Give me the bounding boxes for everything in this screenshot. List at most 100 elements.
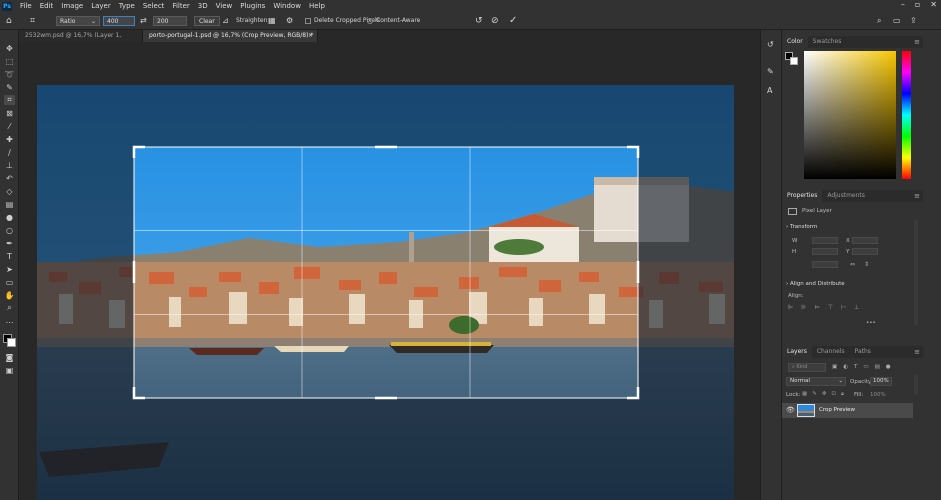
- properties-scrollbar[interactable]: [914, 220, 918, 325]
- gear-icon[interactable]: ⚙: [286, 15, 293, 26]
- lock-image-icon[interactable]: ✎: [812, 391, 817, 398]
- lock-position-icon[interactable]: ✥: [822, 391, 827, 398]
- reset-icon[interactable]: ↺: [475, 15, 483, 26]
- menu-help[interactable]: Help: [305, 2, 329, 10]
- cancel-icon[interactable]: ⊘: [491, 15, 499, 26]
- eyedropper-tool-icon[interactable]: ⁄: [4, 121, 15, 131]
- content-aware-checkbox[interactable]: [367, 17, 373, 24]
- marquee-tool-icon[interactable]: ⬚: [4, 56, 15, 66]
- lock-transparent-icon[interactable]: ▦: [802, 391, 807, 398]
- maximize-icon[interactable]: ▫: [915, 0, 920, 9]
- blur-tool-icon[interactable]: ●: [4, 212, 15, 222]
- tab-document-2[interactable]: porto-portugal-1.psd @ 16,7% (Crop Previ…: [143, 30, 318, 42]
- layer-row[interactable]: 👁︎ Crop Preview: [782, 403, 913, 418]
- filter-smart-icon[interactable]: ▤: [875, 364, 880, 370]
- menu-view[interactable]: View: [212, 2, 237, 10]
- visibility-eye-icon[interactable]: 👁︎: [786, 406, 795, 414]
- align-middle-v-icon[interactable]: ⊢: [841, 304, 846, 311]
- background-color-swatch[interactable]: [790, 57, 798, 65]
- panel-menu-icon[interactable]: ≡: [914, 38, 920, 46]
- align-bottom-icon[interactable]: ⊥: [854, 304, 859, 311]
- zoom-tool-icon[interactable]: ⌕: [4, 303, 15, 313]
- path-select-tool-icon[interactable]: ➤: [4, 264, 15, 274]
- swap-icon[interactable]: ⇄: [140, 15, 147, 26]
- menu-filter[interactable]: Filter: [168, 2, 193, 10]
- filter-toggle-icon[interactable]: ●: [886, 364, 891, 370]
- brush-tool-icon[interactable]: ∕: [4, 147, 15, 157]
- hue-slider[interactable]: [902, 51, 911, 179]
- workspace-icon[interactable]: ▭: [893, 15, 901, 26]
- healing-brush-tool-icon[interactable]: ✚: [4, 134, 15, 144]
- screen-mode-icon[interactable]: ▣: [4, 365, 15, 375]
- quick-select-tool-icon[interactable]: ✎: [4, 82, 15, 92]
- delete-cropped-checkbox[interactable]: [305, 17, 311, 24]
- layer-filter-select[interactable]: ⌕ Kind: [788, 363, 826, 372]
- straighten-icon[interactable]: ⊿: [222, 15, 229, 26]
- tab-paths[interactable]: Paths: [850, 346, 876, 358]
- gradient-tool-icon[interactable]: ▤: [4, 199, 15, 209]
- quick-mask-icon[interactable]: ◙: [4, 352, 15, 362]
- menu-type[interactable]: Type: [115, 2, 139, 10]
- history-brush-tool-icon[interactable]: ↶: [4, 173, 15, 183]
- y-field[interactable]: [852, 248, 878, 255]
- tab-adjustments[interactable]: Adjustments: [822, 190, 870, 202]
- more-options[interactable]: •••: [866, 320, 876, 326]
- tab-document-1[interactable]: 2532wm.psd @ 16,7% (Layer 1, RGB/8): [19, 30, 143, 51]
- hand-tool-icon[interactable]: ✋: [4, 290, 15, 300]
- type-tool-icon[interactable]: T: [4, 251, 15, 261]
- width-input[interactable]: 400: [103, 15, 135, 26]
- lock-artboard-icon[interactable]: ⊡: [831, 391, 836, 398]
- type-panel-icon[interactable]: A: [767, 86, 772, 95]
- clone-stamp-tool-icon[interactable]: ⊥: [4, 160, 15, 170]
- dodge-tool-icon[interactable]: ○: [4, 225, 15, 235]
- clear-button[interactable]: Clear: [194, 15, 220, 26]
- tab-layers[interactable]: Layers: [782, 346, 812, 358]
- document-canvas[interactable]: [19, 42, 760, 500]
- crop-tool-icon[interactable]: ⌗: [30, 15, 35, 26]
- menu-edit[interactable]: Edit: [36, 2, 58, 10]
- angle-field[interactable]: [812, 261, 838, 268]
- background-color-swatch[interactable]: [7, 338, 16, 347]
- w-field[interactable]: [812, 237, 838, 244]
- opacity-field[interactable]: 100%: [870, 377, 892, 386]
- move-tool-icon[interactable]: ✥: [4, 43, 15, 53]
- tab-swatches[interactable]: Swatches: [808, 36, 847, 48]
- menu-3d[interactable]: 3D: [194, 2, 212, 10]
- height-input[interactable]: 200: [153, 15, 187, 26]
- color-picker-field[interactable]: [804, 51, 896, 179]
- h-field[interactable]: [812, 248, 838, 255]
- layer-name[interactable]: Crop Preview: [819, 407, 855, 413]
- panel-menu-icon[interactable]: ≡: [914, 348, 920, 356]
- minimize-icon[interactable]: –: [901, 0, 905, 9]
- blend-mode-select[interactable]: Normal ⌄: [786, 377, 846, 386]
- eraser-tool-icon[interactable]: ◇: [4, 186, 15, 196]
- brush-settings-icon[interactable]: ✎: [767, 67, 774, 76]
- flip-vertical-icon[interactable]: ⇕: [864, 261, 869, 268]
- menu-plugins[interactable]: Plugins: [236, 2, 269, 10]
- align-left-icon[interactable]: ⊫: [788, 304, 793, 311]
- align-center-h-icon[interactable]: ⊪: [801, 304, 806, 311]
- straighten-label[interactable]: Straighten: [236, 15, 267, 26]
- menu-layer[interactable]: Layer: [87, 2, 115, 10]
- lock-all-icon[interactable]: 🔒︎: [841, 391, 844, 398]
- filter-type-icon[interactable]: T: [854, 364, 857, 370]
- home-icon[interactable]: ⌂: [6, 15, 12, 26]
- frame-tool-icon[interactable]: ⊠: [4, 108, 15, 118]
- menu-window[interactable]: Window: [269, 2, 305, 10]
- ratio-select[interactable]: Ratio ⌄: [56, 15, 100, 26]
- layers-scrollbar[interactable]: [914, 375, 918, 395]
- align-right-icon[interactable]: ⊨: [814, 304, 819, 311]
- tab-color[interactable]: Color: [782, 36, 808, 48]
- pen-tool-icon[interactable]: ✒: [4, 238, 15, 248]
- commit-check-icon[interactable]: ✓: [509, 15, 517, 26]
- filter-adjustment-icon[interactable]: ◐: [843, 364, 848, 370]
- close-icon[interactable]: ✕: [930, 0, 937, 9]
- filter-shape-icon[interactable]: ▭: [863, 364, 868, 370]
- fill-value[interactable]: 100%: [870, 392, 886, 398]
- canvas-image[interactable]: [19, 42, 760, 500]
- x-field[interactable]: [852, 237, 878, 244]
- align-top-icon[interactable]: ⊤: [828, 304, 833, 311]
- history-icon[interactable]: ↺: [767, 40, 774, 49]
- panel-menu-icon[interactable]: ≡: [914, 192, 920, 200]
- crop-tool-icon[interactable]: ⌗: [4, 95, 15, 105]
